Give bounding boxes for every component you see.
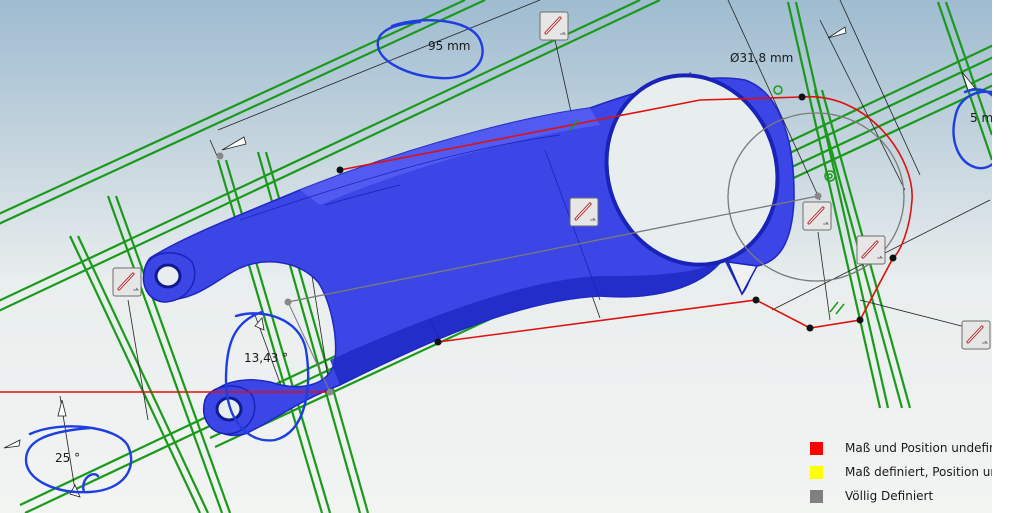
dimension-small-angle-label[interactable]: 13,43 °	[244, 351, 288, 365]
legend-swatch-gray	[810, 489, 823, 503]
bolt-hole-upper	[154, 263, 182, 289]
cad-viewport[interactable]: 95 mm Ø31,8 mm 5 mm 13,43 ° 25 ° Maß und…	[0, 0, 1020, 513]
legend-swatch-yellow	[810, 465, 823, 479]
clamp-slot	[726, 261, 759, 296]
sketch-point[interactable]	[752, 296, 760, 304]
legend-item-size-defined: Maß definiert, Position undefiniert	[808, 460, 992, 484]
sketch-point[interactable]	[856, 316, 864, 324]
bike-stem-part[interactable]	[142, 51, 804, 436]
sketch-point[interactable]	[336, 166, 344, 174]
concentric-marker-icon	[773, 85, 783, 95]
legend-label: Maß definiert, Position undefiniert	[845, 465, 992, 479]
legend-label: Völlig Definiert	[845, 489, 934, 503]
constraint-edit-icon[interactable]	[539, 11, 569, 41]
constraint-edit-icon[interactable]	[569, 197, 599, 227]
dimension-diameter-label[interactable]: Ø31,8 mm	[730, 51, 793, 65]
viewport-right-border	[992, 0, 1020, 513]
sketch-point-defined[interactable]	[284, 298, 292, 306]
sketch-point-defined[interactable]	[326, 388, 334, 396]
sketch-point[interactable]	[434, 338, 442, 346]
constraint-legend: Maß und Position undefiniert Maß definie…	[808, 436, 992, 506]
sketch-point-defined[interactable]	[814, 192, 822, 200]
constraint-edit-icon[interactable]	[802, 201, 832, 231]
sketch-point-defined[interactable]	[216, 152, 224, 160]
dimension-length-label[interactable]: 95 mm	[428, 39, 470, 53]
legend-label: Maß und Position undefiniert	[845, 441, 992, 455]
dimension-angle-label[interactable]: 25 °	[55, 451, 80, 465]
sketch-point[interactable]	[798, 93, 806, 101]
constraint-edit-icon[interactable]	[961, 320, 991, 350]
legend-swatch-red	[810, 441, 823, 455]
legend-item-undefined: Maß und Position undefiniert	[808, 436, 992, 460]
constraint-edit-icon[interactable]	[112, 267, 142, 297]
sketch-point[interactable]	[889, 254, 897, 262]
sketch-point[interactable]	[806, 324, 814, 332]
legend-item-fully-defined: Völlig Definiert	[808, 484, 992, 506]
constraint-edit-icon[interactable]	[856, 235, 886, 265]
